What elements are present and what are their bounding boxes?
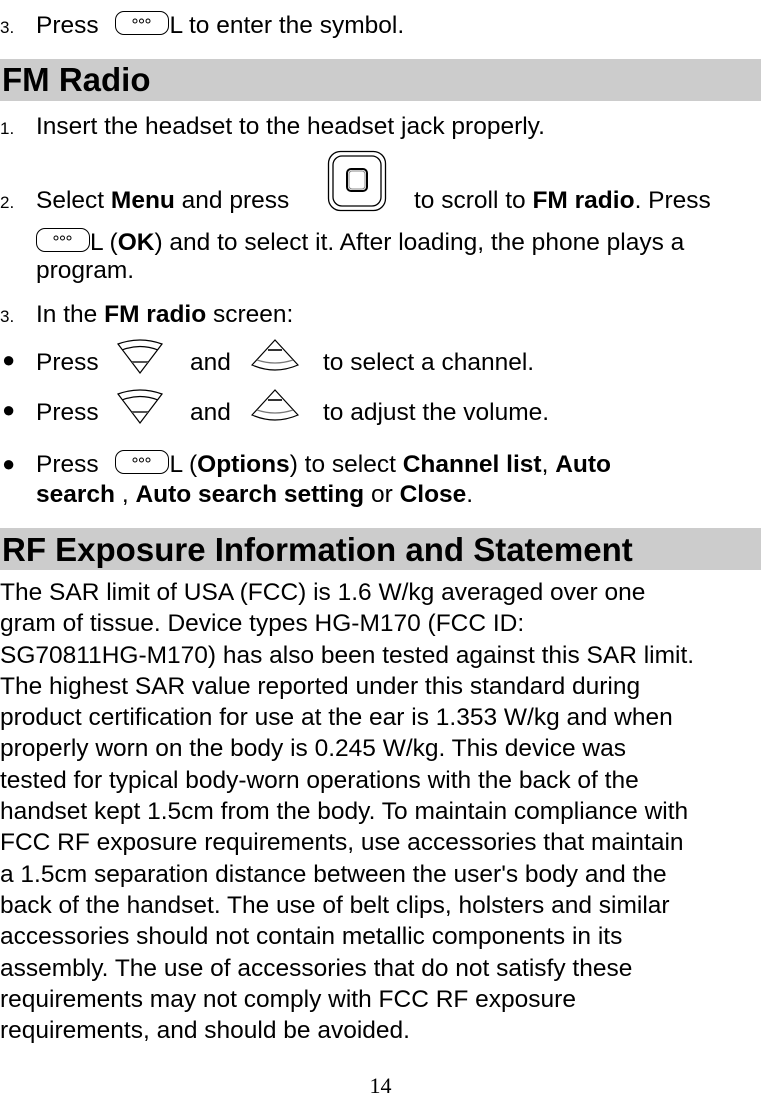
bullet-2: Press and to adjust the volume. — [36, 389, 549, 428]
fm-radio-heading: FM Radio — [2, 61, 151, 98]
bullet-icon: ● — [2, 347, 16, 372]
text: L ( — [169, 451, 198, 478]
page-number: 14 — [369, 1073, 392, 1098]
paragraph-line: requirements may not comply with FCC RF … — [0, 985, 576, 1013]
paragraph-line: FCC RF exposure requirements, use access… — [0, 829, 684, 857]
fm-radio-label: FM radio — [104, 301, 207, 328]
paragraph-line: The SAR limit of USA (FCC) is 1.6 W/kg a… — [0, 579, 646, 606]
auto-label: Auto — [555, 451, 611, 478]
auto-search-setting-label: Auto search setting — [135, 481, 365, 508]
text: to select a channel. — [323, 349, 535, 376]
key-suffix: L — [169, 12, 183, 39]
fm-radio-label: FM radio — [532, 187, 635, 214]
bullet-icon: ● — [2, 451, 16, 476]
step-1-text: Insert the headset to the headset jack p… — [36, 113, 545, 140]
menu-label: Menu — [110, 187, 175, 214]
paragraph-line: tested for typical body-worn operations … — [0, 766, 639, 794]
text: Press — [36, 349, 99, 376]
text: . Press — [634, 187, 711, 214]
text: Press — [36, 451, 99, 478]
bullet-1: Press and to select a channel. — [36, 339, 534, 378]
text: to adjust the volume. — [323, 399, 550, 426]
paragraph-line: gram of tissue. Device types HG-M170 (FC… — [0, 610, 525, 638]
text: Select — [36, 187, 111, 214]
step-number: 2. — [0, 193, 15, 212]
text: screen: — [206, 301, 294, 328]
paragraph-line: requirements, and should be avoided. — [0, 1017, 410, 1045]
ok-label: OK — [117, 229, 155, 256]
intro-text: to enter the symbol. — [182, 12, 405, 39]
bullet-icon: ● — [2, 397, 16, 422]
paragraph-line: accessories should not contain metallic … — [0, 923, 623, 951]
text: to scroll to — [414, 187, 533, 214]
text: and press — [174, 187, 290, 214]
text: and — [190, 349, 231, 376]
text: ) to select — [289, 451, 403, 478]
bullet-3-line-2: search , Auto search setting or Close. — [36, 480, 473, 510]
rf-exposure-heading: RF Exposure Information and Statement — [2, 531, 633, 568]
options-label: Options — [197, 451, 290, 478]
channel-list-label: Channel list — [402, 451, 542, 478]
text: Press — [36, 399, 99, 426]
text: and — [190, 399, 231, 426]
left-soft-key-icon — [115, 11, 170, 35]
text: ) and to select it. After loading, the p… — [154, 229, 685, 256]
bullet-3-line-1: Press L (Options) to select Channel list… — [36, 450, 611, 480]
left-soft-key-icon — [36, 228, 90, 252]
text: , — [541, 451, 556, 478]
step-2-line-1: Select Menu and press — [36, 186, 289, 216]
step-3-text: In the FM radio screen: — [36, 300, 293, 330]
step-2-line-3: program. — [36, 257, 135, 284]
up-key-icon — [250, 339, 300, 371]
paragraph-line: back of the handset. The use of belt cli… — [0, 891, 670, 919]
step-2-line-2: L (OK) and to select it. After loading, … — [36, 228, 684, 258]
text: or — [364, 481, 400, 508]
left-soft-key-icon — [115, 450, 170, 474]
step-2-line-1b: to scroll to FM radio. Press — [414, 186, 711, 216]
paragraph-line: SG70811HG-M170) has also been tested aga… — [0, 641, 695, 669]
up-key-icon — [250, 389, 300, 421]
down-key-icon — [117, 389, 163, 424]
step-number: 3. — [0, 18, 15, 37]
text: In the — [36, 301, 105, 328]
paragraph-line: The highest SAR value reported under thi… — [0, 672, 641, 700]
text: . — [466, 481, 474, 508]
text: L ( — [90, 229, 118, 256]
search-label: search — [36, 481, 116, 508]
text: , — [115, 481, 136, 508]
paragraph-line: a 1.5cm separation distance between the … — [0, 860, 667, 888]
close-label: Close — [399, 481, 467, 508]
rf-exposure-paragraph: The SAR limit of USA (FCC) is 1.6 W/kg a… — [0, 577, 761, 1046]
step-number: 3. — [0, 307, 15, 326]
intro-step-line: Press L to enter the symbol. — [36, 11, 404, 41]
step-number: 1. — [0, 119, 15, 138]
paragraph-line: assembly. The use of accessories that do… — [0, 954, 633, 982]
press-text: Press — [36, 12, 99, 39]
down-key-icon — [117, 339, 163, 374]
paragraph-line: product certification for use at the ear… — [0, 704, 673, 732]
navigation-key-icon — [327, 150, 387, 212]
paragraph-line: properly worn on the body is 0.245 W/kg.… — [0, 735, 626, 763]
paragraph-line: handset kept 1.5cm from the body. To mai… — [0, 798, 689, 826]
